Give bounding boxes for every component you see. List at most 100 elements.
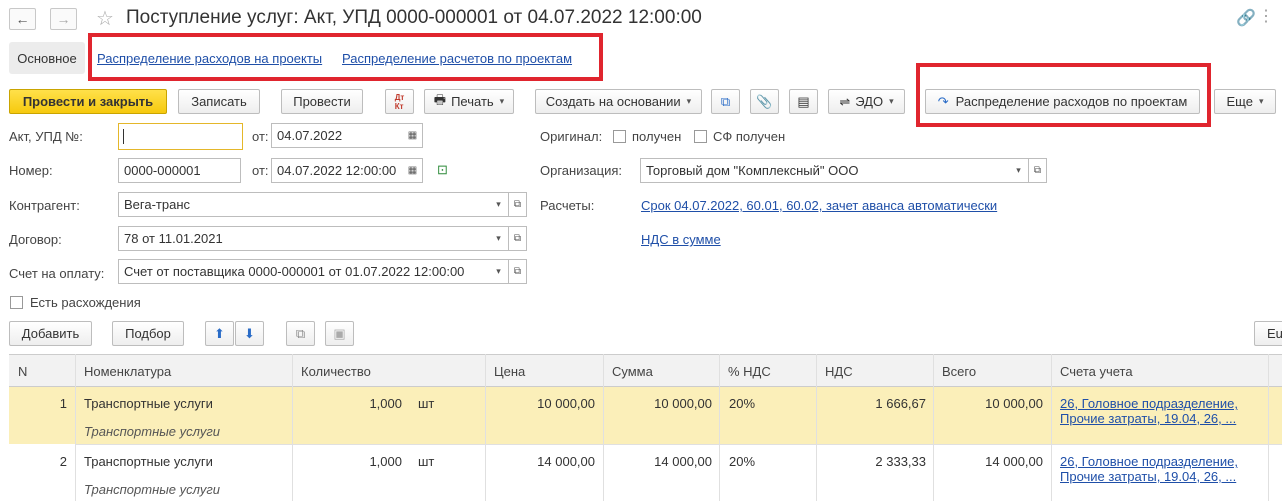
number-field[interactable]: 0000-000001 (118, 158, 241, 183)
star-icon[interactable]: ☆ (96, 6, 114, 31)
cell-accounts-link[interactable]: 26, Головное подразделение, (1060, 454, 1238, 469)
col-n[interactable]: N (18, 364, 27, 379)
col-total[interactable]: Всего (942, 364, 976, 379)
open-icon[interactable]: ⧉ (1029, 158, 1047, 183)
org-field[interactable]: Торговый дом "Комплексный" ООО (640, 158, 1010, 183)
structure-icon: ⧉ (720, 93, 731, 109)
counterparty-field[interactable]: Вега-транс (118, 192, 490, 217)
act-label: Акт, УПД №: (9, 129, 83, 144)
cell-unit: шт (418, 454, 435, 469)
cell-item-sub: Транспортные услуги (84, 424, 220, 439)
chevron-down-icon[interactable]: ▾ (489, 192, 509, 217)
move-down-button[interactable]: ⬇ (235, 321, 264, 346)
create-based-label: Создать на основании (545, 94, 681, 109)
post-button[interactable]: Провести (281, 89, 363, 114)
divider (1268, 354, 1269, 501)
col-qty[interactable]: Количество (301, 364, 371, 379)
copy-button[interactable]: ⧉ (286, 321, 315, 346)
cell-vat-rate: 20% (729, 454, 756, 469)
text-cursor (123, 129, 124, 144)
chevron-down-icon[interactable]: ▾ (489, 259, 509, 284)
number-date-field[interactable]: 04.07.2022 12:00:00 (271, 158, 404, 183)
open-icon[interactable]: ⧉ (509, 259, 527, 284)
divider (816, 354, 817, 501)
open-icon[interactable]: ⧉ (509, 192, 527, 217)
cell-qty: 1,000 (369, 396, 402, 411)
link-cost-distribution[interactable]: Распределение расходов на проекты (97, 51, 322, 66)
cell-accounts-link[interactable]: 26, Головное подразделение, (1060, 396, 1238, 411)
divider (292, 354, 293, 501)
tab-main[interactable]: Основное (9, 42, 85, 74)
distribute-costs-button[interactable]: ↷ Распределение расходов по проектам (925, 89, 1200, 114)
dt-kt-button[interactable]: Дт Кт (385, 89, 414, 114)
row-divider (75, 444, 1282, 445)
link-icon[interactable]: 🔗 (1236, 8, 1256, 28)
edo-button[interactable]: ⇌ ЭДО ▾ (828, 89, 905, 114)
divider (75, 354, 76, 501)
cell-total: 10 000,00 (985, 396, 1043, 411)
paperclip-icon: 📎 (756, 93, 773, 109)
open-icon[interactable]: ⧉ (509, 226, 527, 251)
cell-sum: 10 000,00 (654, 396, 712, 411)
distribute-label: Распределение расходов по проектам (955, 94, 1188, 109)
cell-item: Транспортные услуги (84, 396, 213, 411)
cell-accounts-link[interactable]: Прочие затраты, 19.04, 26, ... (1060, 469, 1236, 484)
more-table-button[interactable]: Eu (1254, 321, 1282, 346)
paste-icon: ▣ (333, 325, 346, 341)
edit-check-icon[interactable]: ⊡ (437, 162, 448, 178)
structure-button[interactable]: ⧉ (711, 89, 740, 114)
invoice-field[interactable]: Счет от поставщика 0000-000001 от 01.07.… (118, 259, 490, 284)
edo-icon: ⇌ (839, 93, 851, 109)
col-price[interactable]: Цена (494, 364, 525, 379)
back-button[interactable]: ← (9, 8, 36, 30)
chevron-down-icon[interactable]: ▾ (489, 226, 509, 251)
link-settlement-distribution[interactable]: Распределение расчетов по проектам (342, 51, 572, 66)
calendar-icon[interactable]: ▦ (403, 158, 423, 183)
cell-qty: 1,000 (369, 454, 402, 469)
invoice-label: Счет на оплату: (9, 266, 105, 281)
col-vat-rate[interactable]: % НДС (728, 364, 771, 379)
attach-button[interactable]: 📎 (750, 89, 779, 114)
received-checkbox[interactable] (613, 130, 626, 143)
cell-vat: 2 333,33 (875, 454, 926, 469)
report-button[interactable]: ▤ (789, 89, 818, 114)
settlements-link[interactable]: Срок 04.07.2022, 60.01, 60.02, зачет ава… (641, 198, 997, 213)
col-sum[interactable]: Сумма (612, 364, 653, 379)
col-vat[interactable]: НДС (825, 364, 853, 379)
arrow-down-icon: ⬇ (244, 325, 255, 341)
settlements-label: Расчеты: (540, 198, 595, 213)
more-label: Еще (1226, 94, 1253, 109)
paste-button[interactable]: ▣ (325, 321, 354, 346)
save-button[interactable]: Записать (178, 89, 260, 114)
cell-n: 2 (59, 454, 67, 469)
print-label: Печать (451, 94, 494, 109)
divider (1051, 354, 1052, 501)
col-item[interactable]: Номенклатура (84, 364, 171, 379)
received-label: получен (632, 129, 682, 144)
move-up-button[interactable]: ⬆ (205, 321, 234, 346)
calendar-icon[interactable]: ▦ (403, 123, 423, 148)
arrow-up-icon: ⬆ (214, 325, 225, 341)
vat-link[interactable]: НДС в сумме (641, 232, 721, 247)
sf-received-checkbox[interactable] (694, 130, 707, 143)
dt-kt-icon: Дт Кт (394, 92, 405, 111)
cell-sum: 14 000,00 (654, 454, 712, 469)
discrepancy-checkbox[interactable] (10, 296, 23, 309)
cell-n: 1 (59, 396, 67, 411)
create-based-button[interactable]: Создать на основании ▾ (535, 89, 702, 114)
forward-button[interactable]: → (50, 8, 77, 30)
act-number-field[interactable] (118, 123, 243, 150)
chevron-down-icon: ▾ (889, 96, 894, 106)
act-date-field[interactable]: 04.07.2022 (271, 123, 404, 148)
more-button[interactable]: Еще ▾ (1214, 89, 1276, 114)
org-label: Организация: (540, 163, 623, 178)
add-button[interactable]: Добавить (9, 321, 92, 346)
col-accounts[interactable]: Счета учета (1060, 364, 1133, 379)
post-close-button[interactable]: Провести и закрыть (9, 89, 167, 114)
cell-accounts-link[interactable]: Прочие затраты, 19.04, 26, ... (1060, 411, 1236, 426)
print-button[interactable]: 🖶 Печать ▾ (424, 89, 514, 114)
more-icon[interactable]: ⋮ (1258, 6, 1274, 26)
select-button[interactable]: Подбор (112, 321, 184, 346)
chevron-down-icon[interactable]: ▾ (1009, 158, 1029, 183)
contract-field[interactable]: 78 от 11.01.2021 (118, 226, 490, 251)
